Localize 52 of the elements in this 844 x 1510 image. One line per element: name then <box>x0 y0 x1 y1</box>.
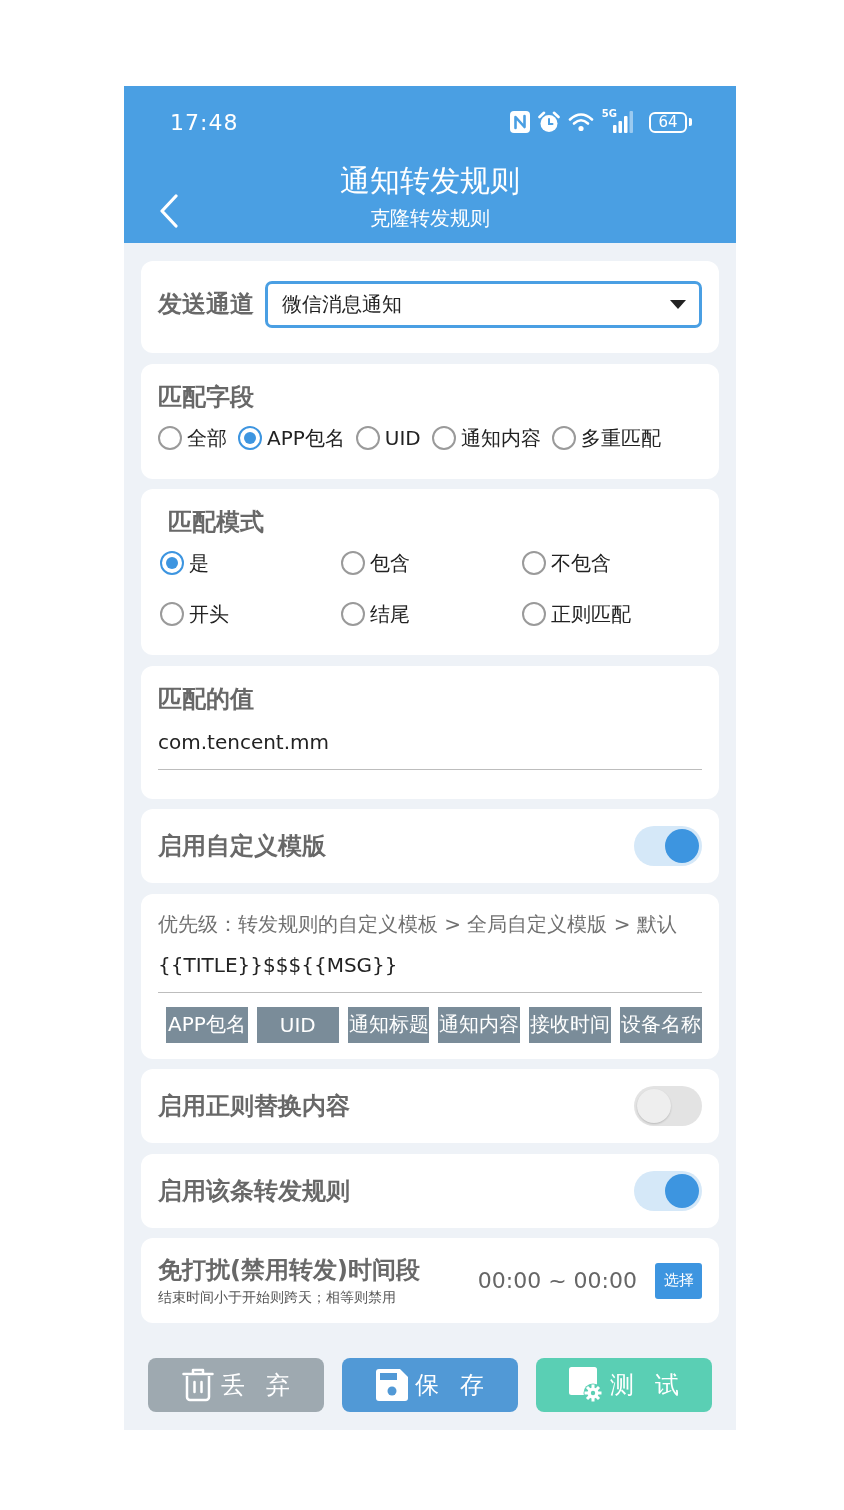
switch-label: 启用正则替换内容 <box>158 1091 350 1122</box>
radio-label[interactable]: UID <box>384 423 421 452</box>
time-range: 00:00 ~ 00:00 <box>477 1268 637 1293</box>
radio-button[interactable] <box>158 425 182 450</box>
back-button[interactable] <box>159 193 179 228</box>
radio-button[interactable] <box>160 602 184 626</box>
radio-button[interactable] <box>341 551 365 575</box>
radio-label[interactable]: 通知内容 <box>460 423 541 452</box>
switch-label: 启用自定义模版 <box>158 831 326 862</box>
radio-button[interactable] <box>522 551 546 575</box>
battery-indicator: 64 <box>649 111 692 133</box>
switch-label: 启用该条转发规则 <box>158 1175 350 1207</box>
radio-button[interactable] <box>431 425 456 450</box>
field-label: 匹配模式 <box>167 507 265 538</box>
radio-button[interactable] <box>522 602 546 626</box>
back-chevron-icon <box>159 193 179 228</box>
radio-label[interactable]: 结尾 <box>370 600 410 628</box>
wifi-icon <box>567 112 594 132</box>
value-input-field[interactable]: com.tencent.mm <box>158 727 702 770</box>
quiet-hours-note: 结束时间小于开始则跨天；相等则禁用 <box>158 1287 397 1307</box>
radio-button[interactable] <box>355 425 380 450</box>
radio-button[interactable] <box>341 602 365 626</box>
radio-label[interactable]: 多重匹配 <box>580 423 661 452</box>
field-label: 发送通道 <box>158 289 254 320</box>
radio-label[interactable]: APP包名 <box>267 423 345 452</box>
caret-icon <box>670 299 686 309</box>
toggle-switch[interactable] <box>634 1086 702 1126</box>
field-label: 匹配字段 <box>158 381 255 413</box>
radio-button[interactable] <box>551 425 576 450</box>
status-time: 17:48 <box>170 109 239 135</box>
radio-button[interactable] <box>160 551 184 575</box>
alarm-clock-icon <box>537 111 560 133</box>
radio-label[interactable]: 全部 <box>187 423 227 452</box>
radio-label[interactable]: 是 <box>189 549 209 577</box>
page-title: 通知转发规则 <box>340 164 520 198</box>
channel-dropdown[interactable]: 微信消息通知 <box>265 280 702 328</box>
trash-icon <box>181 1368 214 1402</box>
network-type: 5G <box>601 109 617 119</box>
radio-label[interactable]: 正则匹配 <box>551 600 631 628</box>
radio-label[interactable]: 包含 <box>370 549 410 577</box>
tile-gear-icon <box>568 1367 603 1403</box>
nfc-icon <box>509 111 530 133</box>
template-input-field[interactable]: {{TITLE}}$$${{MSG}} <box>158 950 702 993</box>
radio-label[interactable]: 不包含 <box>551 549 611 577</box>
field-label: 匹配的值 <box>158 683 255 715</box>
toggle-switch[interactable] <box>634 826 702 866</box>
radio-label[interactable]: 开头 <box>189 600 229 628</box>
priority-hint: 优先级：转发规则的自定义模板 > 全局自定义模版 > 默认 <box>158 910 678 938</box>
page-subtitle: 克隆转发规则 <box>370 206 490 230</box>
toggle-switch[interactable] <box>634 1170 702 1211</box>
quiet-hours-title: 免打扰(禁用转发)时间段 <box>158 1254 420 1285</box>
radio-button[interactable] <box>238 425 262 450</box>
